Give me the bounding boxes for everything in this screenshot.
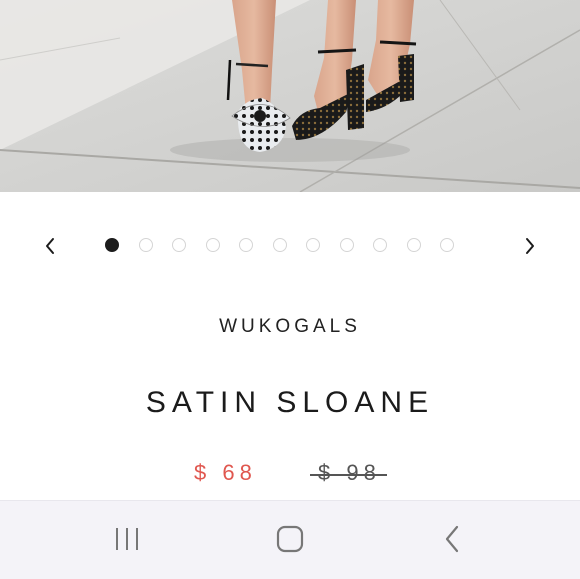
recent-apps-button[interactable] (107, 521, 147, 557)
carousel-prev-button[interactable] (32, 228, 68, 264)
carousel-dot[interactable] (373, 238, 387, 252)
home-button[interactable] (270, 521, 310, 557)
product-photo-image (0, 0, 580, 192)
carousel-pagination (105, 238, 454, 254)
carousel-dot[interactable] (339, 238, 354, 252)
carousel-dot[interactable] (306, 238, 320, 252)
product-photo (0, 0, 580, 192)
carousel-next-button[interactable] (512, 228, 548, 264)
carousel-dot[interactable] (272, 238, 287, 252)
price-block: $ 68 $ 98 (0, 460, 580, 490)
image-carousel-controls (0, 228, 580, 264)
carousel-dot[interactable] (406, 238, 421, 252)
chevron-left-icon (46, 238, 54, 254)
carousel-dot[interactable] (138, 238, 153, 252)
carousel-dot[interactable] (205, 238, 220, 252)
carousel-dot[interactable] (440, 238, 454, 252)
recent-apps-icon (116, 528, 138, 550)
brand-name[interactable]: WUKOGALS (0, 316, 580, 338)
original-price: $ 98 (310, 460, 387, 485)
chevron-right-icon (526, 238, 534, 254)
system-navigation-bar (0, 500, 580, 579)
home-icon (276, 525, 304, 553)
carousel-dot[interactable] (239, 238, 253, 252)
carousel-dot-active[interactable] (105, 238, 119, 252)
back-icon (445, 525, 459, 553)
current-price: $ 68 (194, 460, 257, 485)
carousel-dot[interactable] (172, 238, 186, 252)
back-button[interactable] (432, 521, 472, 557)
product-title: SATIN SLOANE (145, 386, 435, 419)
